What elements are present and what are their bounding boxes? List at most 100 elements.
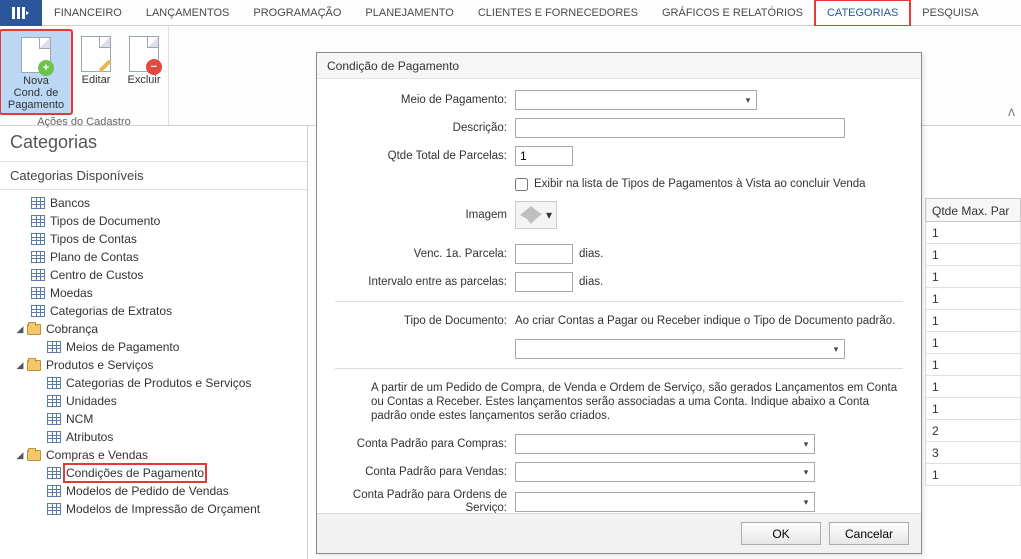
grid-cell[interactable]: 1 [925, 266, 1021, 288]
tree-item-label: Produtos e Serviços [46, 358, 153, 372]
tree-item[interactable]: Unidades [0, 392, 307, 410]
menu-tab-pesquisa[interactable]: PESQUISA [910, 0, 990, 26]
tipo-documento-select[interactable]: ▾ [515, 339, 845, 359]
grid-cell[interactable]: 1 [925, 376, 1021, 398]
grid-cell[interactable]: 2 [925, 420, 1021, 442]
tree-item-label: Bancos [50, 196, 90, 210]
payment-condition-dialog: Condição de Pagamento Meio de Pagamento:… [316, 52, 922, 554]
menu-tab-categorias[interactable]: CATEGORIAS [815, 0, 910, 26]
imagem-picker[interactable]: ▾ [515, 201, 557, 229]
help-text: A partir de um Pedido de Compra, de Vend… [335, 377, 903, 433]
grid-cell[interactable]: 1 [925, 310, 1021, 332]
grid-cell[interactable]: 3 [925, 442, 1021, 464]
intervalo-parcelas-input[interactable] [515, 272, 573, 292]
meio-pagamento-select[interactable]: ▾ [515, 90, 757, 110]
dialog-footer: OK Cancelar [317, 513, 921, 553]
tree-item-label: Tipos de Documento [50, 214, 160, 228]
tree-item[interactable]: ◢Compras e Vendas [0, 446, 307, 464]
sidebar-subtitle: Categorias Disponíveis [0, 162, 307, 190]
grid-icon [47, 431, 61, 443]
tree-item[interactable]: Categorias de Extratos [0, 302, 307, 320]
grid-icon [31, 233, 45, 245]
tree-item[interactable]: Atributos [0, 428, 307, 446]
grid-cell[interactable]: 1 [925, 244, 1021, 266]
splotch-icon [520, 206, 542, 224]
exibir-avista-checkbox[interactable] [515, 178, 528, 191]
grid-icon [47, 467, 61, 479]
tree-item[interactable]: Tipos de Contas [0, 230, 307, 248]
grid-cell[interactable]: 1 [925, 464, 1021, 486]
chevron-down-icon: ▾ [546, 208, 552, 222]
tree-item[interactable]: Modelos de Pedido de Vendas [0, 482, 307, 500]
qtde-parcelas-input[interactable] [515, 146, 573, 166]
label-intervalo: Intervalo entre as parcelas: [335, 276, 515, 288]
menu-tab-graficos[interactable]: GRÁFICOS E RELATÓRIOS [650, 0, 815, 26]
menu-tab-clientes[interactable]: CLIENTES E FORNECEDORES [466, 0, 650, 26]
tree-item[interactable]: Centro de Custos [0, 266, 307, 284]
ok-button[interactable]: OK [741, 522, 821, 545]
ribbon-collapse-icon[interactable]: ᐱ [1008, 108, 1015, 119]
tree-item-label: Condições de Pagamento [66, 466, 204, 480]
chevron-down-icon: ▾ [798, 439, 814, 450]
tree-item-label: Modelos de Pedido de Vendas [66, 484, 229, 498]
dias-suffix: dias. [579, 248, 603, 260]
category-tree[interactable]: Bancos Tipos de Documento Tipos de Contas P… [0, 190, 307, 559]
new-condition-button[interactable]: + Nova Cond. de Pagamento [0, 30, 72, 114]
tree-item-label: Tipos de Contas [50, 232, 137, 246]
delete-button[interactable]: − Excluir [120, 30, 168, 114]
grid-cell[interactable]: 1 [925, 288, 1021, 310]
tree-item[interactable]: Modelos de Impressão de Orçament [0, 500, 307, 518]
sidebar: Categorias Categorias Disponíveis Bancos… [0, 126, 308, 559]
new-condition-label: Nova Cond. de Pagamento [7, 75, 65, 111]
cancel-button[interactable]: Cancelar [829, 522, 909, 545]
grid-cell[interactable]: 1 [925, 332, 1021, 354]
descricao-input[interactable] [515, 118, 845, 138]
grid-icon [47, 413, 61, 425]
page-edit-icon [81, 36, 111, 72]
grid-icon [31, 251, 45, 263]
tree-item[interactable]: Moedas [0, 284, 307, 302]
tree-item[interactable]: Tipos de Documento [0, 212, 307, 230]
edit-button[interactable]: Editar [72, 30, 120, 114]
page-delete-icon: − [129, 36, 159, 72]
chevron-down-icon: ▾ [798, 467, 814, 478]
label-imagem: Imagem [335, 209, 515, 221]
conta-vendas-select[interactable]: ▾ [515, 462, 815, 482]
label-tipo-documento: Tipo de Documento: [335, 315, 515, 327]
tree-item-label: Cobrança [46, 322, 98, 336]
tree-item[interactable]: NCM [0, 410, 307, 428]
menu-tab-programacao[interactable]: PROGRAMAÇÃO [241, 0, 353, 26]
ribbon-group-title: Ações do Cadastro [31, 114, 137, 130]
menu-tab-planejamento[interactable]: PLANEJAMENTO [353, 0, 465, 26]
menu-tab-financeiro[interactable]: FINANCEIRO [42, 0, 134, 26]
grid-cell[interactable]: 1 [925, 398, 1021, 420]
conta-ordens-select[interactable]: ▾ [515, 492, 815, 512]
tree-item[interactable]: Categorias de Produtos e Serviços [0, 374, 307, 392]
delete-button-label: Excluir [127, 74, 160, 86]
tree-item-label: Categorias de Produtos e Serviços [66, 376, 251, 390]
ribbon-group-acoes: + Nova Cond. de Pagamento Editar − Exclu… [0, 26, 169, 125]
tree-item-label: Plano de Contas [50, 250, 139, 264]
tree-item[interactable]: ◢Cobrança [0, 320, 307, 338]
conta-compras-select[interactable]: ▾ [515, 434, 815, 454]
tree-item[interactable]: Condições de Pagamento [0, 464, 307, 482]
hint-tipo-documento: Ao criar Contas a Pagar ou Receber indiq… [515, 315, 895, 327]
tree-item[interactable]: ◢Produtos e Serviços [0, 356, 307, 374]
menu-tab-lancamentos[interactable]: LANÇAMENTOS [134, 0, 242, 26]
app-logo[interactable] [0, 0, 42, 26]
grid-cell[interactable]: 1 [925, 222, 1021, 244]
venc-1a-parcela-input[interactable] [515, 244, 573, 264]
label-venc-1a-parcela: Venc. 1a. Parcela: [335, 248, 515, 260]
tree-item[interactable]: Meios de Pagamento [0, 338, 307, 356]
column-header-qtde[interactable]: Qtde Max. Par [925, 198, 1021, 222]
label-qtde-parcelas: Qtde Total de Parcelas: [335, 150, 515, 162]
tree-item[interactable]: Plano de Contas [0, 248, 307, 266]
label-conta-vendas: Conta Padrão para Vendas: [335, 466, 515, 478]
tree-item-label: NCM [66, 412, 93, 426]
folder-icon [27, 360, 41, 371]
exibir-avista-label: Exibir na lista de Tipos de Pagamentos à… [534, 178, 866, 190]
tree-item[interactable]: Bancos [0, 194, 307, 212]
folder-icon [27, 324, 41, 335]
tree-item-label: Atributos [66, 430, 113, 444]
grid-cell[interactable]: 1 [925, 354, 1021, 376]
